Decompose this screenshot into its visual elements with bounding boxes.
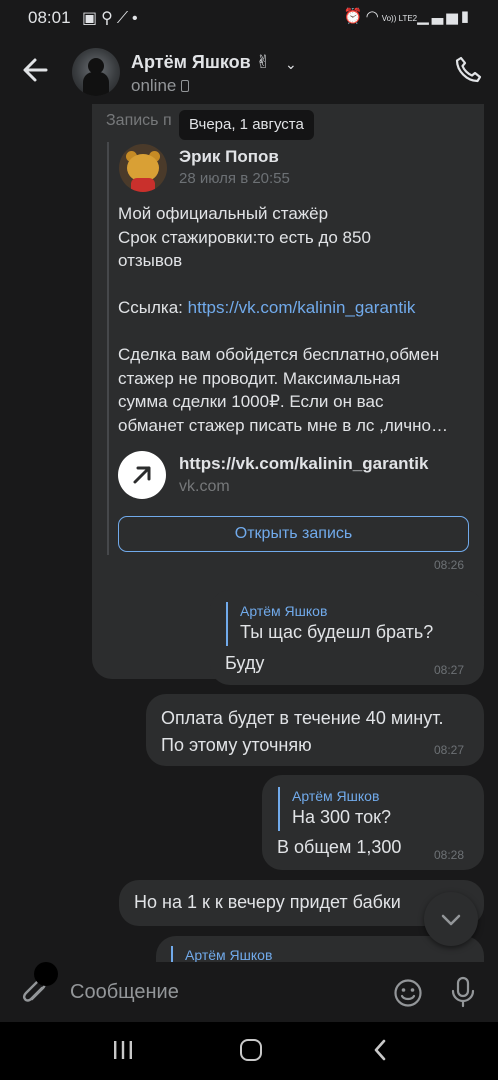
post-link[interactable]: https://vk.com/kalinin_garantik [188, 298, 416, 317]
message-time: 08:26 [434, 558, 465, 572]
message-time: 08:27 [434, 663, 465, 677]
message-list[interactable]: Запись п Вчера, 1 августа Эрик Попов 28 … [0, 104, 498, 962]
mobile-device-icon [181, 80, 190, 92]
microphone-icon[interactable] [450, 976, 476, 1008]
system-nav-bar [0, 1022, 498, 1080]
contact-avatar[interactable] [72, 48, 120, 96]
signal-icon: ▁▃▅ [417, 8, 461, 25]
contact-name[interactable]: Артём Яшков ✌ [131, 52, 271, 73]
post-text-continued: Сделка вам обойдется бесплатно,обмен ста… [118, 345, 448, 435]
message-text: Но на 1 к к вечеру придет бабки [134, 892, 401, 912]
post-text: Мой официальный стажёр Срок стажировки:т… [118, 204, 371, 270]
gallery-icon: ▣ [82, 10, 102, 27]
status-left-icons: ▣⚲⟋• [82, 8, 142, 28]
link-attachment-domain: vk.com [179, 478, 230, 495]
link-attachment-title[interactable]: https://vk.com/kalinin_garantik [179, 454, 428, 474]
message-input[interactable] [70, 978, 370, 1006]
recent-apps-icon[interactable] [112, 1040, 134, 1060]
post-author-name[interactable]: Эрик Попов [179, 147, 279, 167]
message-time: 08:28 [434, 848, 465, 862]
alarm-icon: ⏰ [343, 8, 366, 25]
chevron-down-icon [441, 914, 461, 926]
emoji-icon[interactable] [393, 978, 423, 1008]
status-bar: 08:01 ▣⚲⟋• ⏰◠Vo)) LTE2▁▃▅▮ [0, 0, 498, 36]
reply-indicator [171, 946, 173, 962]
message-composer [0, 962, 498, 1022]
date-tooltip: Вчера, 1 августа [179, 110, 314, 140]
reply-quote: Ты щас будешл брать? [240, 622, 434, 642]
chat-header: Артём Яшков ✌ ⌄ online [0, 36, 498, 104]
search-icon: ⚲ [101, 10, 117, 27]
post-link-line: Ссылка: https://vk.com/kalinin_garantik [118, 296, 478, 320]
back-arrow-icon[interactable] [18, 52, 54, 88]
reply-quote: На 300 ток? [292, 807, 391, 827]
nav-back-icon[interactable] [372, 1038, 388, 1062]
wifi-icon: ◠ [365, 8, 382, 25]
reply-author: Артём Яшков [292, 788, 380, 804]
status-right-icons: ⏰◠Vo)) LTE2▁▃▅▮ [344, 7, 472, 25]
message-text: В общем 1,300 [277, 837, 402, 857]
lte-icon: Vo)) LTE2 [381, 14, 418, 23]
notification-dot [34, 962, 58, 986]
dot-icon: • [132, 10, 142, 27]
link-attachment-icon[interactable] [118, 451, 166, 499]
forward-indicator-line [107, 142, 109, 555]
status-time: 08:01 [28, 8, 71, 27]
open-post-button[interactable]: Открыть запись [118, 516, 469, 552]
reply-author: Артём Яшков [185, 947, 273, 962]
chevron-down-icon[interactable]: ⌄ [285, 56, 297, 73]
phone-call-icon[interactable] [452, 54, 484, 86]
external-arrow-icon [133, 466, 151, 484]
reply-indicator [278, 787, 280, 831]
post-link-prefix: Ссылка: [118, 298, 188, 317]
post-author-avatar[interactable] [119, 144, 167, 192]
scroll-down-button[interactable] [424, 892, 478, 946]
home-icon[interactable] [240, 1039, 262, 1061]
post-date: 28 июля в 20:55 [179, 170, 290, 187]
forwarded-label: Запись п [106, 112, 172, 129]
message-text: Буду [225, 653, 265, 673]
reply-author: Артём Яшков [240, 603, 328, 619]
reply-indicator [226, 602, 228, 646]
message-text: Оплата будет в течение 40 минут. По этом… [161, 708, 444, 755]
battery-icon: ▮ [460, 8, 472, 25]
contact-status: online [131, 76, 190, 96]
message-time: 08:27 [434, 743, 465, 757]
magic-icon: ⟋ [116, 10, 133, 27]
